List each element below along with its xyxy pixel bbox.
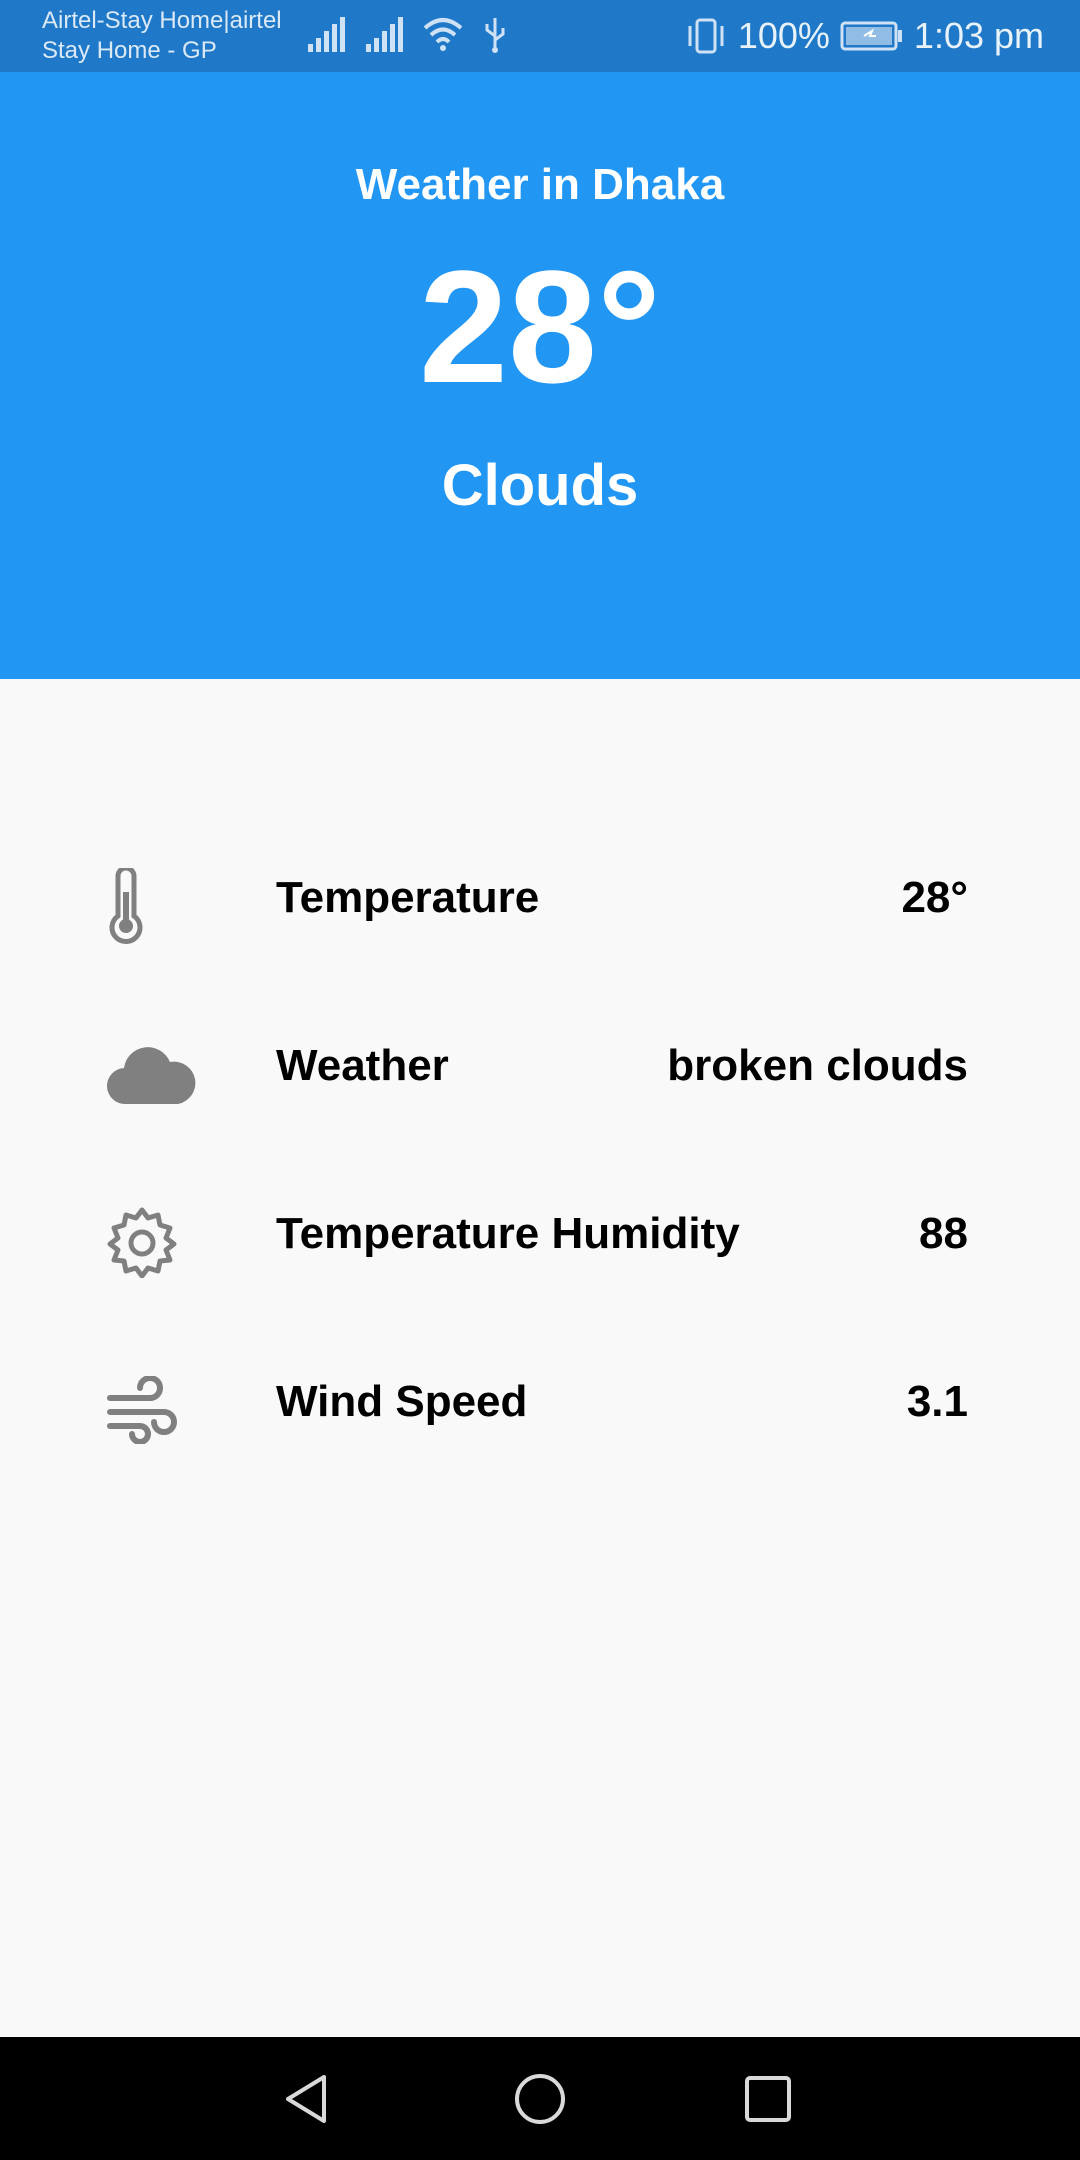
recents-button[interactable] bbox=[736, 2067, 800, 2131]
city-title: Weather in Dhaka bbox=[355, 160, 725, 209]
carrier-line-2: Stay Home - GP bbox=[42, 37, 217, 64]
detail-value: 28° bbox=[901, 873, 968, 922]
detail-value: broken clouds bbox=[667, 1041, 968, 1090]
cloud-icon bbox=[106, 1034, 202, 1114]
system-nav-bar bbox=[0, 2037, 1080, 2160]
current-condition: Clouds bbox=[441, 453, 639, 518]
back-button[interactable] bbox=[276, 2067, 340, 2131]
carrier-info: Airtel-Stay Home|airtel Stay Home - GP bbox=[42, 6, 282, 66]
thermometer-icon bbox=[106, 866, 202, 946]
battery-percent: 100% bbox=[737, 15, 830, 56]
signal-icon-2 bbox=[366, 17, 403, 52]
carrier-line-1: Airtel-Stay Home|airtel bbox=[42, 7, 282, 34]
recents-icon bbox=[745, 2076, 791, 2122]
detail-label: Temperature Humidity bbox=[276, 1209, 740, 1258]
current-temperature: 28° bbox=[419, 237, 661, 416]
detail-label: Wind Speed bbox=[276, 1377, 528, 1426]
home-icon bbox=[515, 2074, 565, 2124]
signal-icon bbox=[308, 17, 345, 52]
back-icon bbox=[286, 2075, 326, 2123]
weather-header: Weather in Dhaka 28° Clouds bbox=[0, 72, 1080, 679]
vibrate-icon bbox=[688, 18, 724, 54]
wifi-icon bbox=[423, 18, 463, 51]
weather-details-list: Temperature 28° Weather broken clouds Te… bbox=[0, 840, 1080, 1512]
gear-icon bbox=[106, 1202, 202, 1282]
detail-row-weather: Weather broken clouds bbox=[0, 1008, 1080, 1176]
detail-row-wind: Wind Speed 3.1 bbox=[0, 1344, 1080, 1512]
detail-value: 3.1 bbox=[906, 1377, 968, 1426]
battery-icon bbox=[840, 21, 902, 51]
status-icons-left bbox=[306, 14, 508, 54]
detail-label: Temperature bbox=[276, 873, 540, 922]
status-bar: Airtel-Stay Home|airtel Stay Home - GP 1… bbox=[0, 0, 1080, 72]
detail-value: 88 bbox=[919, 1209, 968, 1258]
wind-icon bbox=[106, 1370, 202, 1450]
clock: 1:03 pm bbox=[913, 15, 1044, 56]
status-icons-right: 100% 1:03 pm bbox=[684, 10, 1044, 62]
usb-icon bbox=[485, 18, 505, 53]
detail-row-temperature: Temperature 28° bbox=[0, 840, 1080, 1008]
home-button[interactable] bbox=[508, 2067, 572, 2131]
detail-row-humidity: Temperature Humidity 88 bbox=[0, 1176, 1080, 1344]
detail-label: Weather bbox=[276, 1041, 449, 1090]
